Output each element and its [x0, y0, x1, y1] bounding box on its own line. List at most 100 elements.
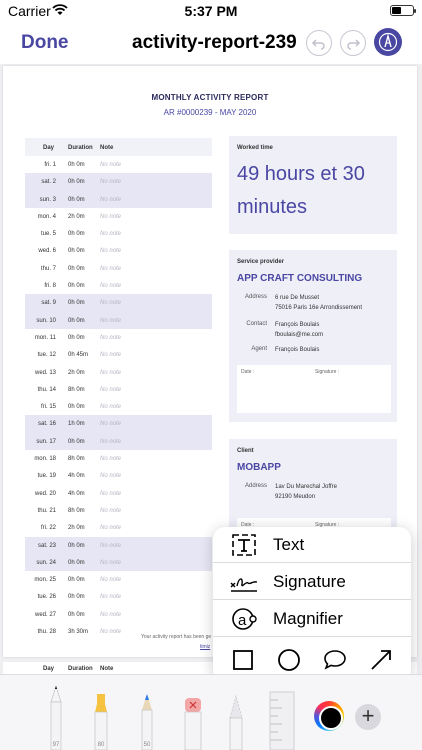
menu-item-text[interactable]: Text [213, 527, 411, 563]
done-button[interactable]: Done [21, 32, 69, 54]
row-day: wed. 13 [34, 369, 56, 376]
table-row: mon. 4 2h 0m No note [25, 207, 212, 226]
row-day: wed. 6 [38, 248, 56, 255]
highlighter-icon [94, 694, 108, 750]
eraser-tool[interactable] [182, 692, 204, 750]
pen-icon [50, 684, 62, 750]
arrow-icon[interactable] [369, 648, 393, 672]
row-day: thu. 28 [37, 629, 56, 636]
status-bar: Carrier 5:37 PM [0, 0, 422, 22]
markup-pen-icon [378, 32, 398, 52]
provider-contact-name: François Boulais [275, 322, 320, 328]
row-day: wed. 27 [34, 611, 56, 618]
row-note: No note [100, 490, 122, 497]
table-row: fri. 22 2h 0m No note [25, 519, 212, 537]
column-header-duration: Duration [68, 145, 93, 151]
row-note: No note [100, 386, 122, 393]
table-row: thu. 14 8h 0m No note [25, 380, 212, 399]
row-note: No note [100, 317, 122, 324]
row-note: No note [100, 473, 122, 480]
table-row: sat. 2 0h 0m No note [25, 173, 212, 191]
row-duration: 0h 0m [68, 577, 85, 584]
pencil-tool[interactable]: 50 [137, 690, 157, 750]
row-duration: 8h 0m [68, 507, 85, 514]
row-day: mon. 11 [34, 334, 56, 341]
table-row: fri. 8 0h 0m No note [25, 277, 212, 295]
row-note: No note [100, 196, 122, 203]
row-duration: 8h 0m [68, 456, 85, 463]
provider-signature-box[interactable]: Date : Signature : [237, 365, 391, 413]
table-row: fri. 15 0h 0m No note [25, 398, 212, 416]
row-day: sat. 16 [37, 421, 56, 428]
row-day: sun. 3 [39, 196, 56, 203]
row-note: No note [100, 525, 122, 532]
row-day: sun. 10 [36, 317, 56, 324]
page2-column-day: Day [43, 666, 55, 672]
worked-time-label: Worked time [237, 145, 273, 151]
row-note: No note [100, 404, 122, 411]
table-row: fri. 1 0h 0m No note [25, 156, 212, 174]
row-day: thu. 7 [40, 265, 56, 272]
add-annotation-button[interactable]: + [355, 704, 381, 730]
ruler-tool[interactable] [268, 688, 296, 750]
table-row: tue. 26 0h 0m No note [25, 588, 212, 606]
color-picker-button[interactable] [314, 701, 344, 731]
row-duration: 0h 0m [68, 162, 85, 168]
add-annotation-popover: Text Signature a Magnifier [213, 527, 411, 693]
row-duration: 0h 0m [68, 594, 85, 601]
row-note: No note [100, 283, 122, 290]
table-row: thu. 7 0h 0m No note [25, 259, 212, 278]
markup-button[interactable] [374, 28, 402, 56]
table-row: sat. 16 1h 0m No note [25, 415, 212, 433]
row-duration: 0h 0m [68, 179, 85, 186]
client-name: MOBAPP [237, 462, 281, 473]
provider-label: Service provider [237, 259, 285, 265]
footer-link[interactable]: timiz [200, 644, 210, 650]
row-note: No note [100, 352, 122, 359]
row-duration: 2h 0m [68, 213, 85, 220]
table-row: sun. 24 0h 0m No note [25, 553, 212, 572]
menu-item-signature[interactable]: Signature [213, 564, 411, 600]
row-note: No note [100, 421, 122, 428]
provider-contact-email: fboulais@me.com [275, 332, 324, 338]
pen-tool[interactable]: 97 [46, 682, 66, 750]
table-row: sat. 9 0h 0m No note [25, 294, 212, 312]
row-day: tue. 12 [37, 352, 56, 359]
row-duration: 0h 0m [68, 611, 85, 618]
row-duration: 2h 0m [68, 369, 85, 376]
row-day: thu. 21 [37, 507, 56, 514]
lasso-tool[interactable] [226, 692, 246, 750]
menu-item-magnifier[interactable]: a Magnifier [213, 601, 411, 637]
row-day: sun. 24 [36, 559, 56, 566]
undo-button[interactable] [306, 30, 332, 56]
row-day: sat. 23 [37, 542, 56, 549]
row-duration: 2h 0m [68, 525, 85, 532]
eraser-icon [184, 698, 202, 750]
row-day: fri. 22 [40, 525, 56, 532]
row-duration: 0h 45m [68, 352, 89, 359]
row-note: No note [100, 265, 122, 272]
client-address-line1: 1av Du Marechal Joffre [275, 484, 337, 490]
table-row: sun. 10 0h 0m No note [25, 311, 212, 329]
activity-table: Day Duration Note fri. 1 0h 0m No note sat.… [25, 138, 212, 641]
provider-agent-label: Agent [251, 346, 267, 352]
service-provider-card: Service provider APP CRAFT CONSULTING Ad… [229, 250, 397, 422]
table-rows: fri. 1 0h 0m No note sat. 2 0h 0m No note sun.… [25, 156, 212, 641]
redo-button[interactable] [340, 30, 366, 56]
pencil-icon [141, 694, 153, 750]
table-row: wed. 20 4h 0m No note [25, 484, 212, 502]
highlighter-tool[interactable]: 80 [91, 690, 111, 750]
speech-bubble-icon[interactable] [323, 648, 347, 672]
circle-icon[interactable] [277, 648, 301, 672]
ruler-icon [269, 691, 295, 750]
row-note: No note [100, 231, 122, 238]
table-row: mon. 25 0h 0m No note [25, 571, 212, 589]
row-day: sat. 9 [41, 300, 56, 307]
provider-agent-name: François Boulais [275, 347, 320, 353]
row-day: mon. 18 [34, 456, 56, 463]
client-label: Client [237, 448, 254, 454]
table-row: thu. 21 8h 0m No note [25, 501, 212, 520]
row-note: No note [100, 542, 122, 549]
row-duration: 0h 0m [68, 300, 85, 307]
square-icon[interactable] [231, 648, 255, 672]
